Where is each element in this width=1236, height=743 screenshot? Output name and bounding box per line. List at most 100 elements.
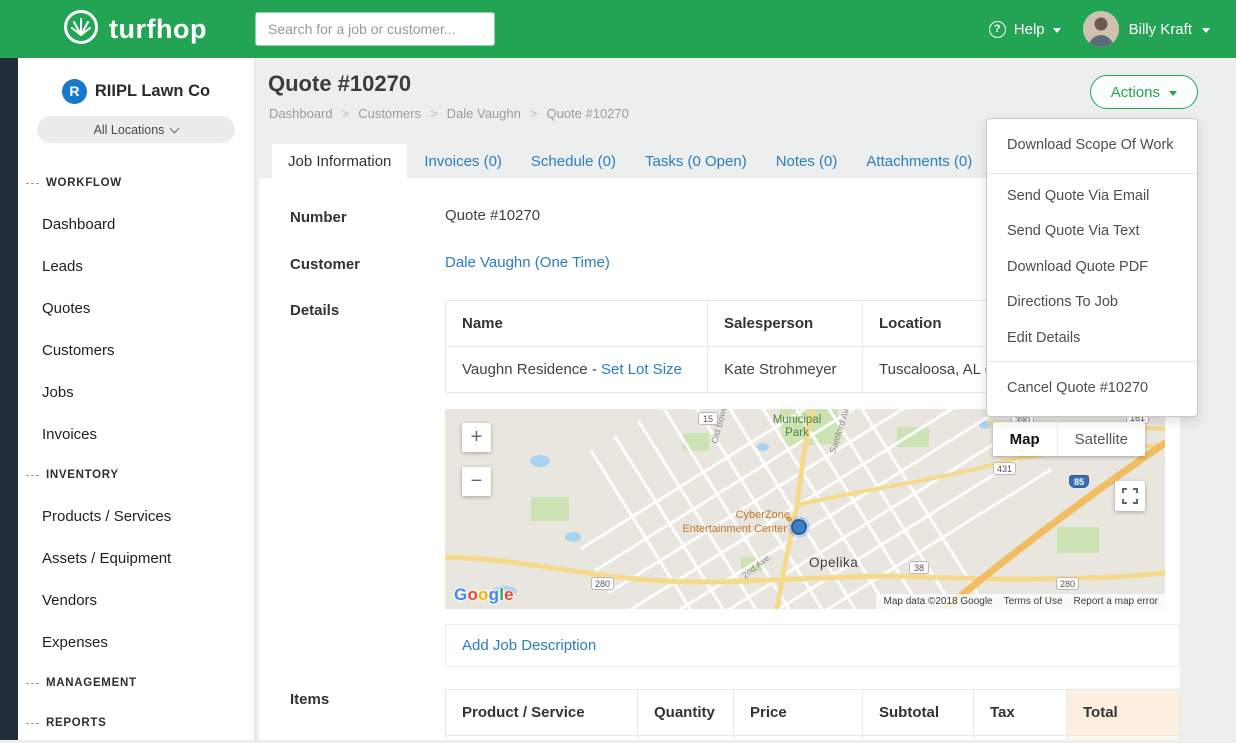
map-zoom-out-button[interactable]: − [462,467,491,496]
details-col-salesperson: Salesperson [708,301,863,347]
map-label-city: Opelika [809,555,858,570]
chevron-down-icon [1202,28,1210,33]
top-bar: turfhop ? Help Billy Kraft [0,0,1236,58]
brand-logo[interactable]: turfhop [62,0,207,58]
tree-dash-icon [26,683,39,684]
tree-dash-icon [26,723,39,724]
user-menu[interactable]: Billy Kraft [1083,11,1210,47]
google-letter: g [489,585,500,604]
menu-item-download-quote-pdf[interactable]: Download Quote PDF [987,250,1197,286]
sidebar-item-expenses[interactable]: Expenses [18,621,254,663]
menu-item-send-quote-text[interactable]: Send Quote Via Text [987,214,1197,250]
actions-button[interactable]: Actions [1090,75,1198,109]
sidebar-item-leads[interactable]: Leads [18,245,254,287]
menu-item-edit-details[interactable]: Edit Details [987,321,1197,357]
tab-notes[interactable]: Notes (0) [766,144,848,178]
tab-attachments[interactable]: Attachments (0) [856,144,982,178]
tree-dash-icon [26,183,39,184]
sidebar-item-assets-equipment[interactable]: Assets / Equipment [18,537,254,579]
sidebar-item-jobs[interactable]: Jobs [18,371,254,413]
map-type-map-button[interactable]: Map [993,422,1057,456]
location-filter-label: All Locations [94,123,165,137]
nav-section-label: INVENTORY [46,469,119,481]
map[interactable]: Municipal Park CyberZone Entertainment C… [445,409,1165,609]
map-location-marker [788,516,810,538]
company-name: RIIPL Lawn Co [95,82,210,101]
help-label: Help [1014,21,1045,38]
terms-of-use-link[interactable]: Terms of Use [1004,596,1063,607]
top-bar-right: ? Help Billy Kraft [989,0,1210,58]
chevron-down-icon [170,123,180,133]
menu-item-cancel-quote[interactable]: Cancel Quote #10270 [987,367,1197,411]
items-row: Items Product / Service Quantity Price S… [259,689,1180,740]
sidebar-item-invoices[interactable]: Invoices [18,413,254,455]
actions-label: Actions [1111,84,1160,101]
sidebar-item-products-services[interactable]: Products / Services [18,495,254,537]
map-attribution: Map data ©2018 Google Terms of Use Repor… [876,594,1165,609]
report-map-error-link[interactable]: Report a map error [1074,596,1158,607]
number-label: Number [290,207,445,226]
map-label-poi-line1: CyberZone [736,509,790,521]
breadcrumb: Dashboard > Customers > Dale Vaughn > Qu… [269,106,629,121]
details-label: Details [290,300,445,667]
sidebar-item-customers[interactable]: Customers [18,329,254,371]
tab-schedule[interactable]: Schedule (0) [521,144,626,178]
customer-label: Customer [290,254,445,273]
menu-divider [987,173,1197,174]
actions-dropdown-menu: Download Scope Of Work Send Quote Via Em… [986,118,1198,417]
sidebar-item-dashboard[interactable]: Dashboard [18,203,254,245]
items-label: Items [290,689,445,740]
breadcrumb-dashboard[interactable]: Dashboard [269,106,333,121]
tab-job-information[interactable]: Job Information [272,144,407,178]
avatar [1083,11,1119,47]
menu-item-directions-to-job[interactable]: Directions To Job [987,285,1197,321]
breadcrumb-customers[interactable]: Customers [358,106,421,121]
tab-bar: Job Information Invoices (0) Schedule (0… [272,144,991,178]
nav-section-inventory[interactable]: INVENTORY [18,455,254,495]
chevron-down-icon [1169,91,1177,96]
nav-section-label: REPORTS [46,717,107,729]
add-job-description-link[interactable]: Add Job Description [462,637,596,654]
items-table: Product / Service Quantity Price Subtota… [445,689,1180,740]
search-input[interactable] [255,12,495,46]
items-col-product-service: Product / Service [446,690,638,736]
interstate-shield: 85 [1069,475,1089,488]
sidebar-item-vendors[interactable]: Vendors [18,579,254,621]
tab-tasks[interactable]: Tasks (0 Open) [635,144,757,178]
google-letter: G [454,585,467,604]
tab-invoices[interactable]: Invoices (0) [414,144,512,178]
sidebar: R RIIPL Lawn Co All Locations WORKFLOW D… [18,58,255,740]
nav-section-workflow[interactable]: WORKFLOW [18,163,254,203]
customer-name-link[interactable]: Dale Vaughn [445,254,531,271]
menu-item-download-scope-of-work[interactable]: Download Scope Of Work [987,124,1197,168]
nav-section-label: MANAGEMENT [46,677,137,689]
sidebar-accent-strip [0,58,18,740]
route-shield: 15 [698,412,718,425]
brand-name: turfhop [109,14,207,45]
details-col-name: Name [446,301,708,347]
google-logo[interactable]: Google [454,585,514,605]
help-menu[interactable]: ? Help [989,21,1061,38]
customer-type-link[interactable]: (One Time) [535,254,610,271]
menu-item-send-quote-email[interactable]: Send Quote Via Email [987,179,1197,215]
route-shield: 431 [993,462,1016,475]
breadcrumb-customer-name[interactable]: Dale Vaughn [447,106,521,121]
breadcrumb-separator: > [342,106,350,121]
breadcrumb-current: Quote #10270 [546,106,628,121]
nav-section-label: WORKFLOW [46,177,122,189]
items-col-tax: Tax [974,690,1067,736]
sprinkler-logo-icon [62,8,100,51]
map-fullscreen-button[interactable] [1115,481,1145,511]
nav-section-reports[interactable]: REPORTS [18,703,254,743]
company-header[interactable]: R RIIPL Lawn Co [18,76,254,106]
nav-section-management[interactable]: MANAGEMENT [18,663,254,703]
tree-dash-icon [26,475,39,476]
map-zoom-in-button[interactable]: + [462,423,491,452]
map-type-satellite-button[interactable]: Satellite [1057,422,1145,456]
job-description-section: Add Job Description [445,624,1180,667]
items-empty-row [446,736,1180,741]
location-filter-dropdown[interactable]: All Locations [37,116,235,143]
set-lot-size-link[interactable]: Set Lot Size [601,361,682,378]
route-shield: 38 [909,561,929,574]
sidebar-item-quotes[interactable]: Quotes [18,287,254,329]
